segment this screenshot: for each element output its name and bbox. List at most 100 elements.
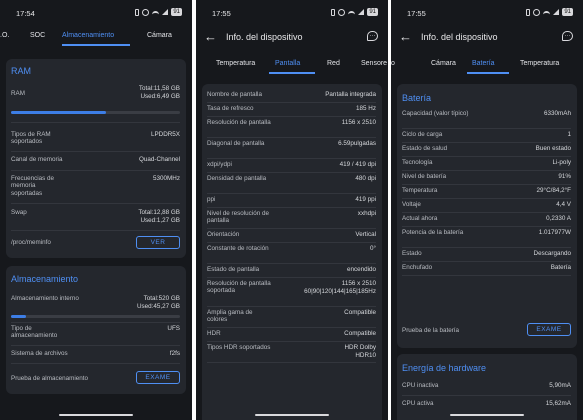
- info-row: Nivel de batería 91%: [402, 173, 571, 182]
- tab-red[interactable]: Red: [327, 60, 340, 67]
- info-row: Frecuencias de memoria soportadas 5300MH…: [11, 175, 180, 199]
- display-screen: 17:55 91 ← Info. del dispositivo … Tempe…: [196, 0, 388, 420]
- info-row: xdpi/ydpi 419 / 419 dpi: [207, 161, 376, 170]
- row-label: Nivel de resolución de pantalla: [207, 210, 269, 225]
- info-row: Diagonal de pantalla 6.59pulgadas: [207, 140, 376, 156]
- storage-usage-row: Almacenamiento interno Total:520 GB Used…: [11, 295, 180, 311]
- tab-almacenamiento[interactable]: Almacenamiento: [62, 32, 114, 39]
- info-row: Tasa de refresco 185 Hz: [207, 105, 376, 114]
- feedback-icon[interactable]: …: [367, 31, 378, 41]
- battery-exame-button[interactable]: EXAME: [527, 323, 571, 336]
- row-label: Capacidad (valor típico): [402, 110, 469, 117]
- row-label: Canal de memoria: [11, 156, 63, 163]
- info-row: HDR Compatible: [207, 330, 376, 339]
- row-value-secondary: 60|90|120|144|165|185Hz: [304, 288, 376, 295]
- page-title: Info. del dispositivo: [226, 32, 303, 42]
- storage-card: Almacenamiento Almacenamiento interno To…: [6, 266, 186, 394]
- row-label: Actual ahora: [402, 215, 438, 222]
- tab-other[interactable]: o: [391, 60, 395, 67]
- battery-title: Batería: [402, 93, 432, 103]
- status-time: 17:55: [407, 9, 426, 18]
- status-bar: 17:55 91: [391, 0, 583, 24]
- row-value: 1.017977W: [538, 229, 571, 236]
- hardware-energy-card: Energía de hardware CPU inactiva 5,90mA …: [397, 354, 577, 420]
- tab-temperatura[interactable]: Temperatura: [216, 60, 255, 67]
- info-row: Tipos HDR soportados HDR Dolby HDR10: [207, 344, 376, 360]
- energy-title: Energía de hardware: [402, 363, 487, 373]
- app-bar: ← Info. del dispositivo …: [196, 24, 388, 50]
- row-value: 91%: [558, 173, 571, 180]
- nav-gesture-bar[interactable]: [450, 414, 524, 416]
- ram-label: RAM: [11, 90, 25, 97]
- row-label: CPU inactiva: [402, 382, 439, 389]
- page-title: Info. del dispositivo: [421, 32, 498, 42]
- swap-used: Used:1,27 GB: [140, 217, 180, 224]
- row-value: 6330mAh: [544, 110, 571, 117]
- ram-usage-bar: [11, 111, 180, 114]
- row-value: Pantalla integrada: [325, 91, 376, 98]
- row-label: Potencia de la batería: [402, 229, 464, 236]
- bluetooth-icon: [135, 8, 140, 16]
- row-label: Tipo de almacenamiento: [11, 325, 58, 340]
- row-label: Tipos HDR soportados: [207, 344, 271, 351]
- row-value: xxhdpi: [357, 210, 376, 217]
- row-label: CPU activa: [402, 400, 434, 407]
- internal-storage-label: Almacenamiento interno: [11, 295, 79, 302]
- nav-gesture-bar[interactable]: [59, 414, 133, 416]
- info-row: Estado de pantalla encendido: [207, 266, 376, 275]
- feedback-icon[interactable]: …: [562, 31, 573, 41]
- signal-icon: [553, 9, 560, 15]
- active-tab-indicator: [62, 44, 130, 46]
- status-bar: 17:54 91: [0, 0, 192, 24]
- tab-camara[interactable]: Cámara: [147, 32, 172, 39]
- wifi-icon: [543, 10, 551, 16]
- row-value: 29°C/84,2°F: [536, 187, 571, 194]
- ram-used: Used:6,49 GB: [140, 93, 180, 100]
- info-row: Temperatura 29°C/84,2°F: [402, 187, 571, 196]
- tab-sensores[interactable]: Sensore: [361, 60, 387, 67]
- storage-usage-fill: [11, 315, 27, 318]
- row-label: Estado: [402, 250, 422, 257]
- tab-camara[interactable]: Cámara: [431, 60, 456, 67]
- row-value: Li-poly: [552, 159, 571, 166]
- tab-soc[interactable]: SOC: [30, 32, 45, 39]
- active-tab-indicator: [467, 72, 509, 74]
- row-value: Quad-Channel: [139, 156, 180, 163]
- row-label: Amplia gama de colores: [207, 309, 253, 324]
- info-row: Resolución de pantalla soportada 1156 x 2…: [207, 280, 376, 304]
- back-arrow-icon[interactable]: ←: [204, 30, 218, 44]
- row-value: 0,2330 A: [546, 215, 571, 222]
- row-value: f2fs: [169, 350, 180, 357]
- status-time: 17:55: [212, 9, 231, 18]
- row-value: encendido: [346, 266, 376, 273]
- info-row: Amplia gama de colores Compatible: [207, 309, 376, 325]
- row-value: 419 / 419 dpi: [339, 161, 376, 168]
- ver-button[interactable]: VER: [136, 236, 180, 249]
- row-label: Voltaje: [402, 201, 421, 208]
- storage-exame-button[interactable]: EXAME: [136, 371, 180, 384]
- bluetooth-icon: [331, 8, 336, 16]
- nav-gesture-bar[interactable]: [255, 414, 329, 416]
- row-value: 15,62mA: [545, 400, 571, 407]
- signal-icon: [162, 9, 169, 15]
- row-label: Tipos de RAM soportados: [11, 131, 51, 146]
- row-label: Nombre de pantalla: [207, 91, 262, 98]
- info-row: Nombre de pantalla Pantalla integrada: [207, 91, 376, 100]
- info-row: Estado de salud Buen estado: [402, 145, 571, 154]
- battery-screen: 17:55 91 ← Info. del dispositivo … o Cám…: [391, 0, 583, 420]
- row-label: Constante de rotación: [207, 245, 269, 252]
- row-value-secondary: HDR10: [355, 352, 376, 359]
- tab-pantalla[interactable]: Pantalla: [275, 60, 300, 67]
- row-label: Resolución de pantalla: [207, 119, 271, 126]
- storage-screen: 17:54 91 .O. SOC Almacenamiento Cámara R…: [0, 0, 192, 420]
- row-label: Ciclo de carga: [402, 131, 443, 138]
- battery-icon: 91: [171, 8, 182, 16]
- tab-os[interactable]: .O.: [0, 32, 9, 39]
- row-label: Sistema de archivos: [11, 350, 68, 357]
- back-arrow-icon[interactable]: ←: [399, 30, 413, 44]
- row-value: 185 Hz: [356, 105, 376, 112]
- tab-temperatura[interactable]: Temperatura: [520, 60, 559, 67]
- row-label: Tasa de refresco: [207, 105, 254, 112]
- info-row: Tecnología Li-poly: [402, 159, 571, 168]
- tab-bateria[interactable]: Batería: [472, 60, 495, 67]
